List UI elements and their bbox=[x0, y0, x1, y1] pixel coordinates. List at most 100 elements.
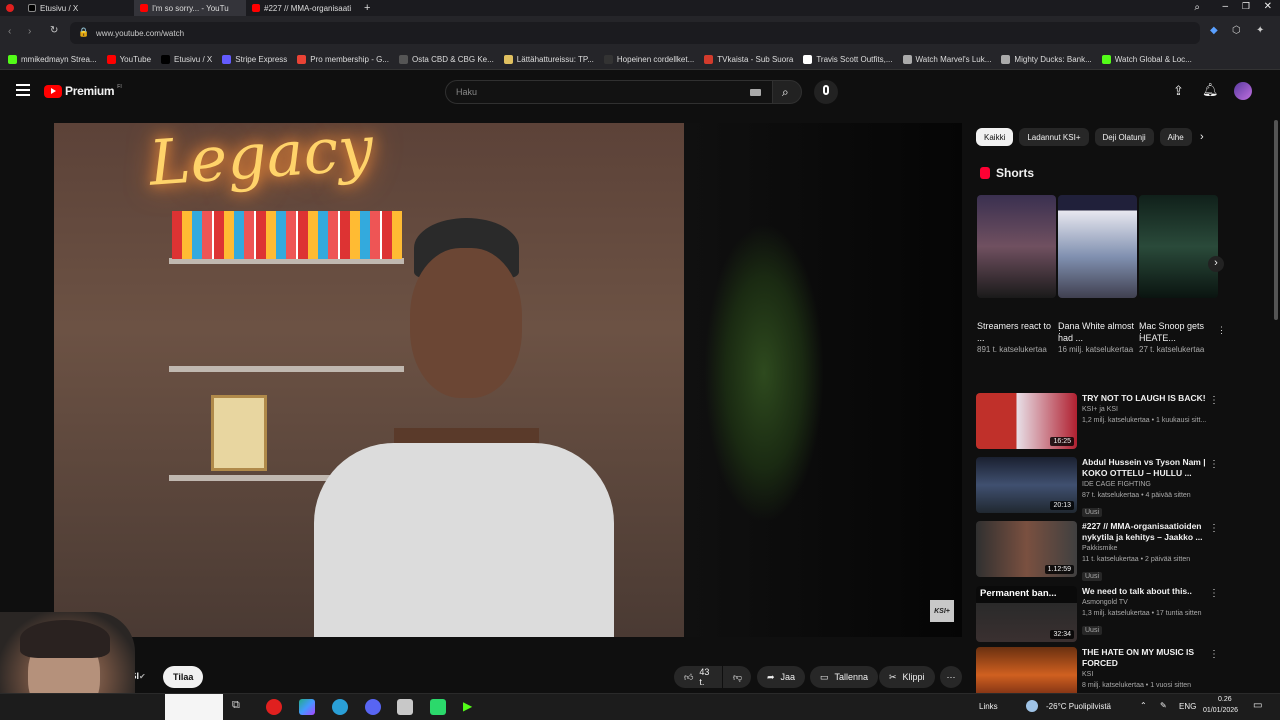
language-indicator[interactable]: ENG bbox=[1179, 702, 1196, 711]
voice-search-button[interactable] bbox=[814, 80, 838, 104]
weather-text[interactable]: -26°C Puolipilvistä bbox=[1046, 702, 1111, 711]
discord-taskbar-icon[interactable] bbox=[365, 699, 381, 715]
app-taskbar-icon[interactable] bbox=[397, 699, 413, 715]
recommendation-item[interactable]: 16:25 TRY NOT TO LAUGH IS BACK! KSI+ ja KS… bbox=[976, 393, 1221, 449]
recommendation-channel[interactable]: Asmongold TV bbox=[1082, 597, 1210, 608]
url-field[interactable]: 🔒 www.youtube.com/watch bbox=[70, 22, 1200, 44]
bookmark-item[interactable]: Watch Global & Loc... bbox=[1101, 55, 1192, 64]
bookmark-favicon-icon bbox=[503, 55, 513, 64]
channel-watermark[interactable]: KSI+ bbox=[930, 600, 954, 622]
dislike-button[interactable]: 👎︎ bbox=[723, 666, 751, 688]
recommendation-more-icon[interactable]: ⋮ bbox=[1209, 649, 1219, 660]
search-placeholder: Haku bbox=[456, 87, 478, 97]
shorts-next-icon[interactable]: › bbox=[1208, 256, 1224, 272]
search-input[interactable]: Haku bbox=[445, 80, 774, 104]
extension-icon[interactable]: ◆ bbox=[1210, 25, 1218, 36]
notifications-icon[interactable]: 🔔︎ bbox=[1202, 82, 1219, 98]
clip-button[interactable]: ✂ Klippi bbox=[879, 666, 935, 688]
video-player[interactable]: Legacy KSI+ bbox=[54, 123, 962, 637]
share-button[interactable]: ➦ Jaa bbox=[757, 666, 806, 688]
bookmark-item[interactable]: Stripe Express bbox=[222, 55, 287, 64]
like-button[interactable]: 👍︎ 43 t. bbox=[674, 666, 722, 688]
upload-icon[interactable]: ⇪ bbox=[1173, 83, 1184, 99]
tab-etusivu[interactable]: Etusivu / X bbox=[22, 0, 134, 16]
short-item[interactable]: Streamers react to ... 891 t. katseluker… bbox=[977, 195, 1064, 356]
bookmark-item[interactable]: Lättähattureissu: TP... bbox=[503, 55, 594, 64]
reload-icon[interactable]: ↻ bbox=[50, 25, 58, 36]
youtube-premium-logo[interactable]: Premium FI bbox=[44, 84, 122, 98]
bookmark-item[interactable]: Watch Marvel's Luk... bbox=[902, 55, 991, 64]
ai-icon[interactable]: ✦ bbox=[1256, 25, 1264, 36]
bookmark-item[interactable]: Osta CBD & CBG Ke... bbox=[398, 55, 494, 64]
recommendation-thumbnail[interactable]: 1.12:59 bbox=[976, 521, 1077, 577]
thumbs-up-icon: 👍︎ bbox=[684, 671, 694, 682]
scrollbar-thumb[interactable] bbox=[1274, 120, 1278, 320]
tray-chevron-icon[interactable]: ⌃ bbox=[1140, 701, 1147, 710]
shorts-section-title: Shorts bbox=[980, 166, 1034, 180]
clock-date[interactable]: 01/01/2026 bbox=[1203, 707, 1238, 714]
bookmark-item[interactable]: Etusivu / X bbox=[161, 55, 212, 64]
recommendation-channel[interactable]: KSI bbox=[1082, 669, 1210, 680]
recommendation-more-icon[interactable]: ⋮ bbox=[1209, 588, 1219, 599]
opera-menu-button[interactable] bbox=[0, 0, 22, 16]
edge-taskbar-icon[interactable] bbox=[332, 699, 348, 715]
browser-tab-strip: Etusivu / X I'm so sorry... - YouTu #227… bbox=[0, 0, 1280, 16]
tab-mma[interactable]: #227 // MMA-organisaati bbox=[246, 0, 358, 16]
bookmark-item[interactable]: mmikedmayn Strea... bbox=[8, 55, 97, 64]
maximize-button[interactable]: ❐ bbox=[1242, 1, 1250, 12]
notification-center-icon[interactable]: ▭ bbox=[1253, 700, 1262, 711]
recommendation-more-icon[interactable]: ⋮ bbox=[1209, 459, 1219, 470]
chips-next-icon[interactable]: › bbox=[1200, 131, 1204, 143]
short-item[interactable]: Mac Snoop gets HEATE... 27 t. katseluker… bbox=[1139, 195, 1226, 356]
new-badge: Uusi bbox=[1082, 508, 1103, 517]
keyboard-icon[interactable] bbox=[750, 89, 761, 96]
bookmark-item[interactable]: Travis Scott Outfits,... bbox=[803, 55, 893, 64]
save-label: Tallenna bbox=[834, 672, 869, 682]
opera-taskbar-icon[interactable] bbox=[266, 699, 282, 715]
bookmark-item[interactable]: Mighty Ducks: Bank... bbox=[1001, 55, 1092, 64]
back-icon[interactable]: ‹ bbox=[8, 26, 11, 37]
taskbar-links[interactable]: Links bbox=[979, 702, 998, 711]
forward-icon[interactable]: › bbox=[28, 26, 31, 37]
search-button[interactable]: ⌕ bbox=[772, 80, 802, 104]
close-window-button[interactable]: ✕ bbox=[1264, 1, 1272, 12]
filter-chip[interactable]: Aihe bbox=[1159, 128, 1192, 146]
bookmark-item[interactable]: Hopeinen cordellket... bbox=[603, 55, 694, 64]
bookmark-item[interactable]: Pro membership - G... bbox=[297, 55, 389, 64]
recommendation-channel[interactable]: IDE CAGE FIGHTING bbox=[1082, 479, 1210, 490]
recommendation-channel[interactable]: KSI+ ja KSI bbox=[1082, 404, 1210, 415]
task-view-icon[interactable]: ⧉ bbox=[232, 699, 248, 715]
short-item[interactable]: Dana White almost had ... 16 milj. katse… bbox=[1058, 195, 1145, 356]
recommendation-more-icon[interactable]: ⋮ bbox=[1209, 523, 1219, 534]
minimize-button[interactable]: – bbox=[1222, 1, 1228, 12]
app-taskbar-icon[interactable] bbox=[430, 699, 446, 715]
recommendation-thumbnail[interactable]: Permanent ban... 32:34 bbox=[976, 586, 1077, 642]
recommendation-channel[interactable]: Pakkismike bbox=[1082, 543, 1210, 554]
bookmark-item[interactable]: YouTube bbox=[106, 55, 151, 64]
recommendation-item[interactable]: 1.12:59 #227 // MMA-organisaatioiden nyky… bbox=[976, 521, 1221, 581]
tab-youtube-active[interactable]: I'm so sorry... - YouTu bbox=[134, 0, 246, 16]
subscribe-button[interactable]: Tilaa bbox=[163, 666, 204, 688]
pen-icon[interactable]: ✎ bbox=[1160, 701, 1167, 710]
kick-taskbar-icon[interactable]: ▶ bbox=[463, 699, 479, 715]
save-button[interactable]: ▭ Tallenna bbox=[810, 666, 879, 688]
more-actions-button[interactable]: ⋯ bbox=[940, 666, 962, 688]
recommendation-item[interactable]: 20:13 Abdul Hussein vs Tyson Nam | KOKO O… bbox=[976, 457, 1221, 517]
recommendation-item[interactable]: Permanent ban... 32:34 We need to talk abo… bbox=[976, 586, 1221, 642]
filter-chip[interactable]: Deji Olatunji bbox=[1094, 128, 1154, 146]
app-taskbar-icon[interactable] bbox=[299, 699, 315, 715]
filter-chip[interactable]: Kaikki bbox=[976, 128, 1014, 146]
short-more-icon[interactable]: ⋮ bbox=[1217, 325, 1226, 336]
menu-icon[interactable] bbox=[16, 84, 30, 96]
filter-chip[interactable]: Ladannut KSI+ bbox=[1019, 128, 1089, 146]
taskbar-search-box[interactable] bbox=[165, 694, 223, 720]
recommendation-thumbnail[interactable]: 16:25 bbox=[976, 393, 1077, 449]
bookmark-item[interactable]: TVkaista - Sub Suora bbox=[704, 55, 793, 64]
avatar[interactable] bbox=[1234, 82, 1252, 100]
new-tab-button[interactable]: + bbox=[358, 0, 376, 16]
recommendation-more-icon[interactable]: ⋮ bbox=[1209, 395, 1219, 406]
clock-time[interactable]: 0.26 bbox=[1218, 696, 1232, 703]
search-tabs-icon[interactable]: ⌕ bbox=[1194, 2, 1200, 13]
extension-icon[interactable]: ⬡ bbox=[1232, 25, 1241, 36]
recommendation-thumbnail[interactable]: 20:13 bbox=[976, 457, 1077, 513]
